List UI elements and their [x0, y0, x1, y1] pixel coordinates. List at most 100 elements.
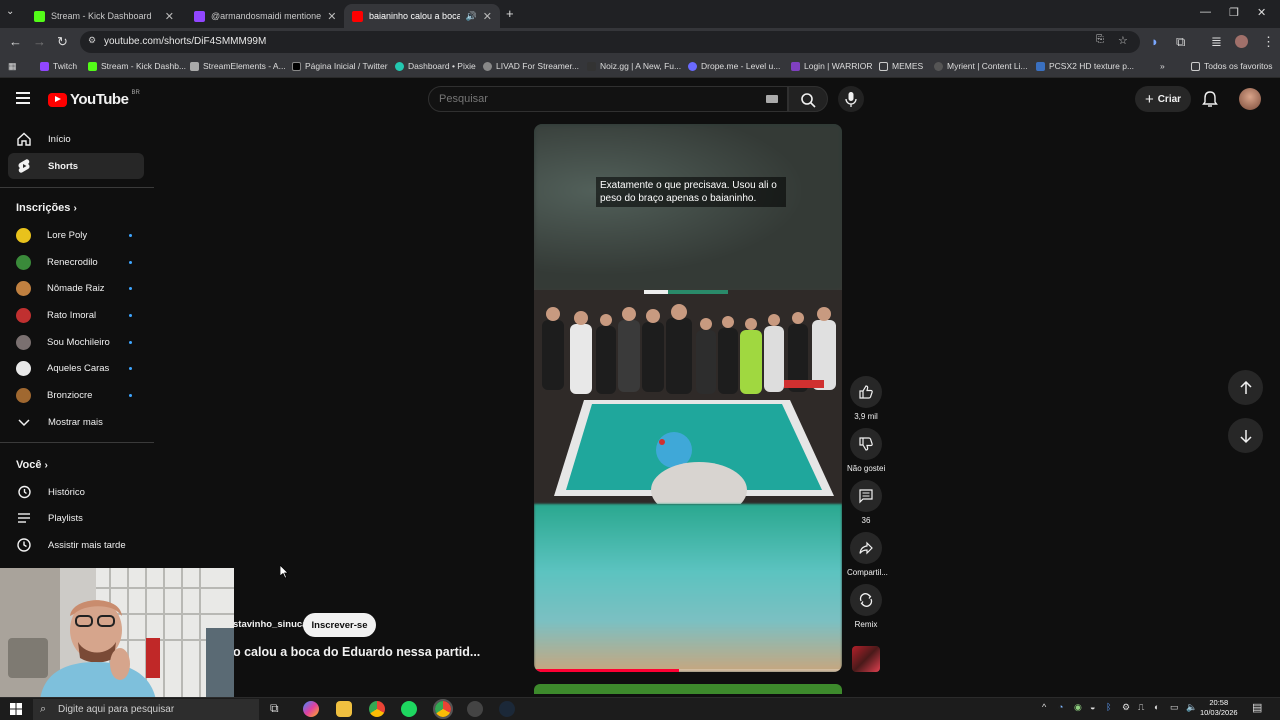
previous-short-button[interactable] [1228, 370, 1263, 405]
forward-icon[interactable]: → [33, 34, 46, 49]
profile-avatar-icon[interactable] [1235, 35, 1248, 48]
tray-app-icon[interactable]: ◉ [1074, 702, 1082, 713]
bookmark-livad[interactable]: LIVAD For Streamer... [483, 61, 579, 71]
bookmark-all-favorites[interactable]: Todos os favoritos [1191, 61, 1273, 71]
dislike-action[interactable]: Não gostei [847, 428, 885, 473]
minimize-icon[interactable]: — [1200, 6, 1211, 18]
reading-list-icon[interactable]: ≣ [1211, 34, 1222, 50]
next-short-preview[interactable] [534, 684, 842, 694]
notifications-icon[interactable]: ▤ [1252, 701, 1262, 714]
youtube-logo[interactable]: YouTube BR [48, 90, 140, 108]
bookmark-warrior[interactable]: Login | WARRIOR [791, 61, 873, 71]
file-explorer-icon[interactable] [336, 701, 352, 717]
bookmark-twitter[interactable]: Página Inicial / Twitter [292, 61, 388, 71]
bookmark-pixie[interactable]: Dashboard • Pixie [395, 61, 476, 71]
bookmark-streamelements[interactable]: StreamElements - A... [190, 61, 286, 71]
account-avatar[interactable] [1239, 88, 1261, 110]
chrome-icon[interactable] [369, 701, 385, 717]
bookmark-pcsx2[interactable]: PCSX2 HD texture p... [1036, 61, 1134, 71]
sidebar-item-watch-later[interactable]: Assistir mais tarde [8, 532, 144, 558]
subscribe-button[interactable]: Inscrever-se [303, 613, 376, 637]
obs-icon[interactable] [467, 701, 483, 717]
comments-action[interactable]: 36 [847, 480, 885, 525]
notifications-bell-icon[interactable] [1201, 90, 1219, 108]
tray-overflow-icon[interactable]: ^ [1042, 702, 1046, 712]
bookmark-star-icon[interactable]: ☆ [1118, 34, 1128, 47]
site-info-icon[interactable]: ⚙ [88, 35, 96, 46]
hamburger-menu-icon[interactable] [16, 92, 30, 104]
comments-button[interactable] [850, 480, 882, 512]
you-heading[interactable]: Você › [16, 459, 48, 471]
taskbar-search-box[interactable]: ⌕ Digite aqui para pesquisar [33, 699, 259, 720]
share-action[interactable]: Compartil... [847, 532, 888, 577]
bookmark-folder-memes[interactable]: MEMES [879, 61, 923, 71]
sidebar-item-home[interactable]: Início [8, 126, 144, 152]
subscription-item[interactable]: Nômade Raiz [8, 275, 144, 301]
new-tab-button[interactable]: + [506, 6, 514, 21]
subscription-item[interactable]: Sou Mochileiro [8, 329, 144, 355]
browser-menu-icon[interactable]: ⋮ [1262, 34, 1275, 50]
close-tab-icon[interactable]: ✕ [483, 10, 492, 23]
back-icon[interactable]: ← [9, 34, 22, 49]
windows-start-icon[interactable] [10, 703, 22, 715]
bookmark-noiz[interactable]: Noiz.gg | A New, Fu... [587, 61, 681, 71]
bluetooth-icon[interactable]: ᛒ [1106, 702, 1111, 712]
sidebar-item-history[interactable]: Histórico [8, 479, 144, 505]
task-view-icon[interactable]: ⧉ [270, 701, 286, 717]
more-bookmarks-icon[interactable]: » [1160, 61, 1165, 71]
tray-steam-icon[interactable]: ◔ [1058, 702, 1063, 712]
bookmark-drope[interactable]: Drope.me - Level u... [688, 61, 780, 71]
address-bar[interactable]: ⚙ youtube.com/shorts/DiF4SMMM99M ⎘ ☆ [80, 31, 1140, 53]
remix-button[interactable] [850, 584, 882, 616]
apps-icon[interactable]: ▦ [8, 61, 17, 72]
subscription-item[interactable]: Bronziocre [8, 382, 144, 408]
channel-name[interactable]: stavinho_sinuca [233, 619, 307, 630]
short-video-player[interactable]: Exatamente o que precisava. Usou ali o p… [534, 124, 842, 672]
steam-icon[interactable] [499, 701, 515, 717]
sidebar-item-playlists[interactable]: Playlists [8, 505, 144, 531]
tab-kick-dashboard[interactable]: Stream - Kick Dashboard ✕ [26, 4, 182, 28]
remix-action[interactable]: Remix [847, 584, 885, 629]
dislike-button[interactable] [850, 428, 882, 460]
tab-twitch-mention[interactable]: @armandosmaidi mentione ✕ [186, 4, 342, 28]
subscription-item[interactable]: Rato Imoral [8, 302, 144, 328]
close-window-icon[interactable]: ✕ [1257, 6, 1266, 19]
search-input[interactable] [439, 93, 739, 105]
tab-search-icon[interactable]: ⌄ [6, 6, 14, 17]
tray-device-icon[interactable]: ⎍ [1138, 702, 1144, 713]
subscription-item[interactable]: Aqueles Caras [8, 355, 144, 381]
reload-icon[interactable]: ↻ [57, 34, 68, 50]
tray-app2-icon[interactable]: ◐ [1154, 702, 1159, 712]
copilot-icon[interactable] [303, 701, 319, 717]
next-short-button[interactable] [1228, 418, 1263, 453]
voice-search-button[interactable] [838, 86, 864, 112]
spotify-icon[interactable] [401, 701, 417, 717]
subscription-item[interactable]: Lore Poly [8, 222, 144, 248]
like-button[interactable] [850, 376, 882, 408]
system-clock[interactable]: 20:58 10/03/2026 [1200, 698, 1238, 718]
volume-icon[interactable]: 🔈 [1186, 702, 1197, 713]
create-button[interactable]: + Criar [1135, 86, 1191, 112]
tray-misc-icon[interactable]: ⚙ [1122, 702, 1130, 713]
close-tab-icon[interactable]: ✕ [327, 10, 336, 23]
tab-youtube-short[interactable]: baianinho calou a boca do 🔊 ✕ [344, 4, 500, 28]
network-icon[interactable]: ▭ [1170, 702, 1179, 713]
close-tab-icon[interactable]: ✕ [165, 10, 174, 23]
sound-source-thumbnail[interactable] [852, 646, 880, 672]
show-more-button[interactable]: Mostrar mais [8, 409, 144, 435]
keyboard-icon[interactable] [766, 95, 778, 103]
subscriptions-heading[interactable]: Inscrições › [16, 202, 77, 214]
audio-playing-icon[interactable]: 🔊 [466, 11, 477, 22]
like-action[interactable]: 3,9 mil [847, 376, 885, 421]
share-button[interactable] [850, 532, 882, 564]
chrome-active-icon[interactable] [433, 699, 453, 719]
video-progress-bar[interactable] [534, 669, 842, 672]
search-box[interactable] [428, 86, 788, 112]
restore-icon[interactable]: ❐ [1229, 6, 1239, 19]
tray-nvidia-icon[interactable]: ◒ [1090, 702, 1095, 712]
install-app-icon[interactable]: ⎘ [1096, 34, 1104, 45]
bookmark-kick[interactable]: Stream - Kick Dashb... [88, 61, 186, 71]
extension-icon[interactable]: ◗ [1151, 34, 1159, 49]
subscription-item[interactable]: Renecrodilo [8, 249, 144, 275]
extensions-puzzle-icon[interactable]: ⧉ [1176, 34, 1185, 50]
